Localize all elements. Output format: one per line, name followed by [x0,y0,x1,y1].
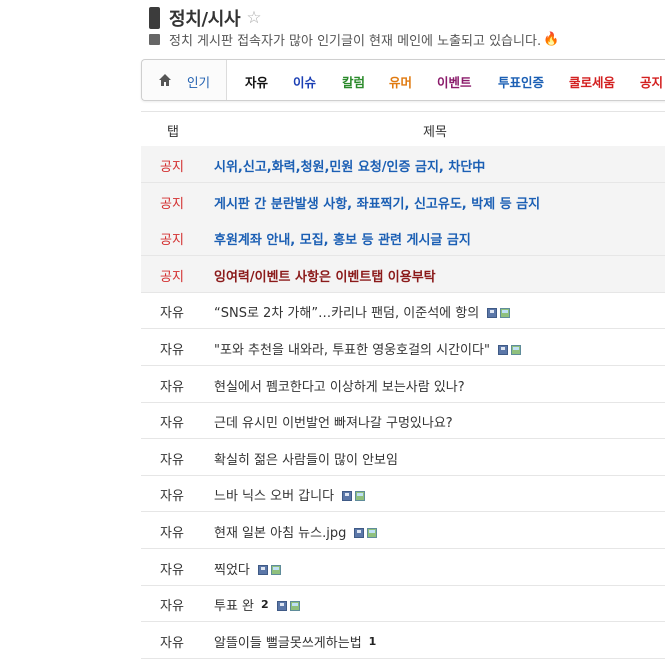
row-category: 자유 [160,306,184,321]
image-icon [510,344,521,355]
notice-row[interactable]: 공지 잉여력/이벤트 사항은 이벤트탭 이용부탁 [141,256,665,293]
row-title-link[interactable]: 느바 닉스 오버 갑니다 [214,485,366,504]
row-category: 자유 [160,380,184,395]
table-header: 탭 제목 [141,111,665,147]
row-title: “SNS로 2차 가해”…카리나 팬덤, 이준석에 항의 [214,306,480,321]
row-category: 자유 [160,636,184,651]
comment-count: 1 [368,635,377,648]
row-category: 자유 [160,453,184,468]
file-icon [487,307,498,318]
subtitle-square-icon [149,33,160,45]
row-title: 확실히 젊은 사람들이 많이 안보임 [214,453,398,468]
tab-5[interactable]: 투표인증 [498,72,544,91]
row-title-link[interactable]: 현재 일본 아침 뉴스.jpg [214,522,378,541]
table-row[interactable]: 자유 찍었다 [141,549,665,586]
table-row[interactable]: 자유 현실에서 펨코한다고 이상하게 보는사람 있나? [141,366,665,403]
table-row[interactable]: 자유 "포와 추천을 내와라, 투표한 영웅호걸의 시간이다" [141,329,665,366]
image-icon [289,600,300,611]
tab-4[interactable]: 이벤트 [437,72,472,91]
home-icon [159,74,171,86]
column-header-title: 제목 [423,125,447,140]
row-title-link[interactable]: 알뜰이들 뻘글못쓰게하는법 1 [214,632,376,651]
image-icon [500,307,511,318]
category-nav: 인기 자유 이슈 칼럼 유머 이벤트 투표인증 쿨로세움 공지 [141,59,665,101]
tab-2[interactable]: 칼럼 [342,72,365,91]
row-title: 알뜰이들 뻘글못쓰게하는법 [214,636,362,651]
column-header-tab: 탭 [167,125,179,140]
row-title: 현재 일본 아침 뉴스.jpg [214,526,347,541]
row-title-link[interactable]: "포와 추천을 내와라, 투표한 영웅호걸의 시간이다" [214,339,521,358]
attachment-icons [495,344,521,355]
row-title-link[interactable]: 투표 완 2 [214,595,300,614]
tab-3[interactable]: 유머 [389,72,412,91]
row-category: 공지 [160,270,184,285]
fire-icon: 🔥 [543,31,560,47]
row-category: 공지 [160,160,184,175]
tab-popular[interactable]: 인기 [142,60,227,100]
row-category: 자유 [160,563,184,578]
row-title-link[interactable]: 현실에서 펨코한다고 이상하게 보는사람 있나? [214,376,465,395]
notice-row[interactable]: 공지 후원계좌 안내, 모집, 홍보 등 관련 게시글 금지 [141,219,665,256]
file-icon [257,564,268,575]
table-row[interactable]: 자유 현재 일본 아침 뉴스.jpg [141,512,665,549]
tab-popular-label: 인기 [187,75,211,90]
tab-0[interactable]: 자유 [245,72,268,91]
table-row[interactable]: 자유 알뜰이들 뻘글못쓰게하는법 1 [141,622,665,659]
image-icon [355,490,366,501]
row-category: 자유 [160,489,184,504]
row-title-link[interactable]: 찍었다 [214,559,281,578]
row-title: 근데 유시민 이번발언 빠져나갈 구멍있나요? [214,416,453,431]
attachment-icons [255,564,281,575]
row-title-link[interactable]: 후원계좌 안내, 모집, 홍보 등 관련 게시글 금지 [214,229,471,248]
attachment-icons [351,527,378,538]
row-title-link[interactable]: 게시판 간 분란발생 사항, 좌표찍기, 신고유도, 박제 등 금지 [214,193,540,212]
board-subtitle-row: 정치 게시판 접속자가 많아 인기글이 현재 메인에 노출되고 있습니다. 🔥 [149,30,560,49]
row-title: "포와 추천을 내와라, 투표한 영웅호걸의 시간이다" [214,343,490,358]
row-title: 현실에서 펨코한다고 이상하게 보는사람 있나? [214,380,465,395]
notice-row[interactable]: 공지 시위,신고,화력,청원,민원 요청/인증 금지, 차단中 [141,146,665,183]
row-title-link[interactable]: “SNS로 2차 가해”…카리나 팬덤, 이준석에 항의 [214,302,511,321]
row-title: 잉여력/이벤트 사항은 이벤트탭 이용부탁 [214,270,436,285]
attachment-icons [339,490,366,501]
notice-row[interactable]: 공지 게시판 간 분란발생 사항, 좌표찍기, 신고유도, 박제 등 금지 [141,183,665,220]
table-row[interactable]: 자유 확실히 젊은 사람들이 많이 안보임 [141,439,665,476]
board-subtitle: 정치 게시판 접속자가 많아 인기글이 현재 메인에 노출되고 있습니다. [169,33,542,49]
comment-count: 2 [261,598,269,611]
attachment-icons [274,600,300,611]
board-header: 정치/시사 ☆ [149,6,262,30]
row-category: 자유 [160,343,184,358]
title-bar-icon [149,7,160,29]
row-category: 자유 [160,599,184,614]
row-title: 투표 완 [214,599,255,614]
file-icon [497,344,508,355]
image-icon [367,527,378,538]
board-title[interactable]: 정치/시사 [169,5,241,31]
attachment-icons [484,307,511,318]
tab-1[interactable]: 이슈 [293,72,316,91]
table-row[interactable]: 자유 느바 닉스 오버 갑니다 [141,475,665,512]
table-row[interactable]: 자유 근데 유시민 이번발언 빠져나갈 구멍있나요? [141,402,665,439]
row-title: 후원계좌 안내, 모집, 홍보 등 관련 게시글 금지 [214,233,471,248]
row-title-link[interactable]: 잉여력/이벤트 사항은 이벤트탭 이용부탁 [214,266,436,285]
file-icon [342,490,353,501]
row-category: 자유 [160,526,184,541]
row-title-link[interactable]: 시위,신고,화력,청원,민원 요청/인증 금지, 차단中 [214,156,485,175]
row-category: 자유 [160,416,184,431]
row-title: 시위,신고,화력,청원,민원 요청/인증 금지, 차단中 [214,160,486,175]
row-title: 게시판 간 분란발생 사항, 좌표찍기, 신고유도, 박제 등 금지 [214,197,541,212]
table-row[interactable]: 자유 “SNS로 2차 가해”…카리나 팬덤, 이준석에 항의 [141,292,665,329]
row-title: 찍었다 [214,563,250,578]
tab-7[interactable]: 공지 [640,72,663,91]
favorite-star-icon[interactable]: ☆ [246,8,261,28]
tab-6[interactable]: 쿨로세움 [569,72,615,91]
row-category: 공지 [160,197,184,212]
table-row[interactable]: 자유 투표 완 2 [141,585,665,622]
row-title: 느바 닉스 오버 갑니다 [214,489,335,504]
row-category: 공지 [160,233,184,248]
image-icon [270,564,281,575]
file-icon [276,600,287,611]
row-title-link[interactable]: 확실히 젊은 사람들이 많이 안보임 [214,449,398,468]
row-title-link[interactable]: 근데 유시민 이번발언 빠져나갈 구멍있나요? [214,412,453,431]
file-icon [354,527,365,538]
